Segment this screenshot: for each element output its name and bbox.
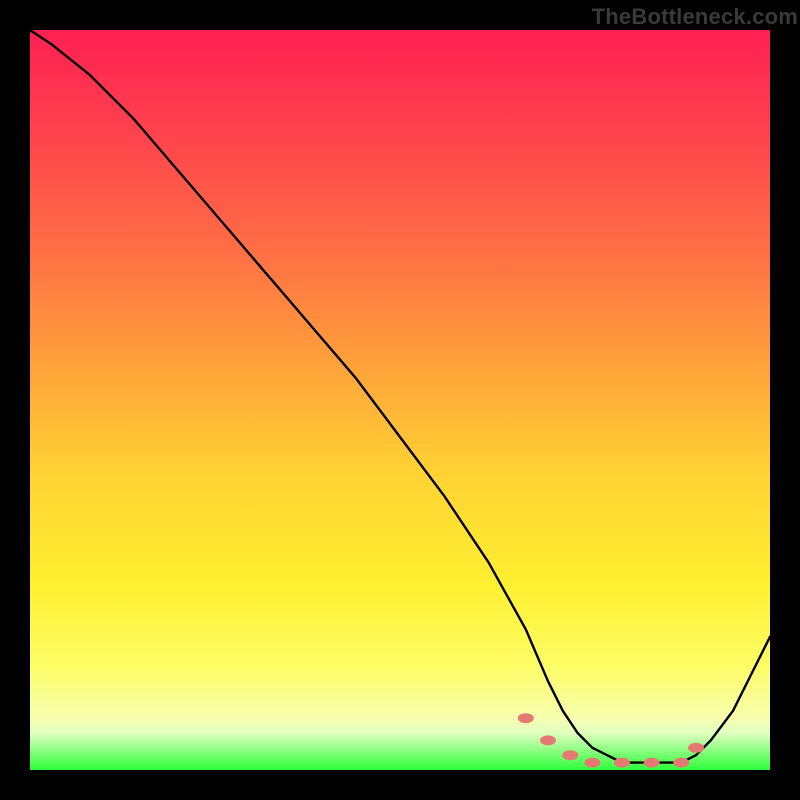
marker-dot	[644, 758, 660, 768]
marker-dot	[614, 758, 630, 768]
watermark-text: TheBottleneck.com	[592, 4, 798, 30]
marker-dot	[540, 735, 556, 745]
marker-dot	[688, 743, 704, 753]
chart-svg-layer	[30, 30, 770, 770]
marker-dot	[584, 758, 600, 768]
curve-path	[30, 30, 770, 763]
marker-dots	[518, 713, 704, 767]
marker-dot	[518, 713, 534, 723]
chart-frame: TheBottleneck.com	[0, 0, 800, 800]
marker-dot	[673, 758, 689, 768]
bottleneck-curve	[30, 30, 770, 763]
chart-plot-area	[30, 30, 770, 770]
marker-dot	[562, 750, 578, 760]
